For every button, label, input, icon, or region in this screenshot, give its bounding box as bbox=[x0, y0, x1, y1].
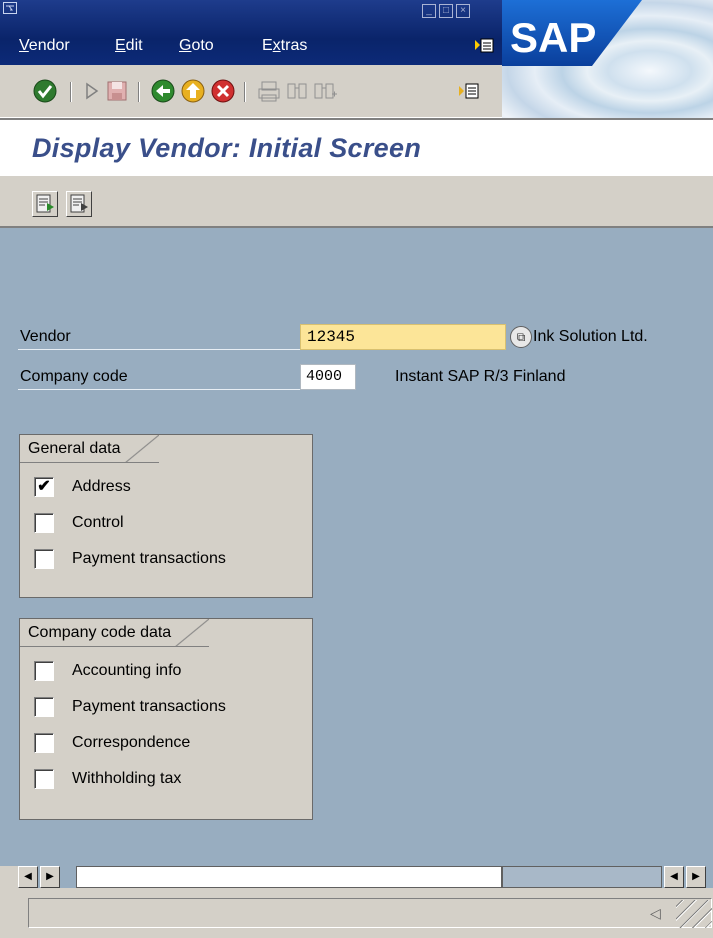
back-icon[interactable] bbox=[150, 78, 176, 104]
document-arrow-icon bbox=[70, 194, 88, 213]
menu-edit-mnemonic: E bbox=[115, 37, 126, 54]
customize-local-layout-icon[interactable] bbox=[456, 78, 482, 104]
checkbox-correspondence[interactable]: Correspondence bbox=[34, 731, 190, 755]
menu-vendor-label: endor bbox=[28, 37, 70, 54]
checkbox-label: Correspondence bbox=[72, 734, 191, 751]
toolbar-separator bbox=[138, 82, 140, 102]
svg-text:SAP: SAP bbox=[510, 14, 596, 61]
sap-logo-area: SAP bbox=[502, 0, 713, 118]
find-next-icon[interactable] bbox=[312, 78, 338, 104]
checkbox-cc-payment-transactions[interactable]: Payment transactions bbox=[34, 695, 226, 719]
work-area: Vendor 12345 ⧉ Ink Solution Ltd. Company… bbox=[0, 228, 713, 866]
search-help-icon[interactable]: ⧉ bbox=[510, 326, 532, 348]
menu-extras[interactable]: Extras bbox=[262, 36, 307, 56]
checkbox-box[interactable] bbox=[34, 733, 54, 753]
scroll-left-icon[interactable]: ◀ bbox=[18, 866, 38, 888]
vendor-input[interactable]: 12345 bbox=[300, 324, 506, 350]
company-code-label: Company code bbox=[18, 364, 300, 390]
menu-extras-mnemonic: x bbox=[272, 37, 281, 54]
system-menu-icon[interactable] bbox=[3, 2, 21, 16]
checkbox-label: Control bbox=[72, 514, 124, 531]
save-icon[interactable] bbox=[104, 78, 130, 104]
vendor-row: Vendor 12345 ⧉ Ink Solution Ltd. bbox=[18, 324, 706, 352]
page-title: Display Vendor: Initial Screen bbox=[32, 133, 422, 163]
resize-grip-icon[interactable] bbox=[676, 900, 712, 928]
title-area: Display Vendor: Initial Screen bbox=[0, 118, 713, 176]
checkbox-box[interactable]: ✔ bbox=[34, 477, 54, 497]
checkbox-box[interactable] bbox=[34, 513, 54, 533]
checkbox-address[interactable]: ✔ Address bbox=[34, 475, 131, 499]
window-controls: _ □ × bbox=[422, 4, 470, 18]
maximize-icon[interactable]: □ bbox=[439, 4, 453, 18]
scroll-left-icon[interactable]: ◀ bbox=[664, 866, 684, 888]
horizontal-scrollbar[interactable]: ◀ ▶ ◀ ▶ bbox=[18, 866, 713, 888]
status-bar: ◁ bbox=[0, 888, 713, 938]
checkbox-payment-transactions[interactable]: Payment transactions bbox=[34, 547, 226, 571]
menu-goto-label: oto bbox=[191, 37, 214, 54]
checkbox-box[interactable] bbox=[34, 769, 54, 789]
menu-goto-mnemonic: G bbox=[179, 37, 192, 54]
standard-toolbar bbox=[0, 65, 502, 118]
checkbox-box[interactable] bbox=[34, 697, 54, 717]
command-field-arrow-icon[interactable] bbox=[80, 78, 106, 104]
menu-goto[interactable]: Goto bbox=[179, 36, 214, 56]
scrollbar-track[interactable] bbox=[502, 866, 662, 888]
checkbox-label: Accounting info bbox=[72, 662, 182, 679]
group-title: Company code data bbox=[20, 619, 210, 647]
scrollbar-thumb[interactable] bbox=[76, 866, 502, 888]
checkbox-withholding-tax[interactable]: Withholding tax bbox=[34, 767, 181, 791]
menu-vendor[interactable]: Vendor bbox=[19, 36, 70, 56]
general-data-group: General data ✔ Address Control Payment t… bbox=[19, 434, 313, 598]
checkbox-label: Withholding tax bbox=[72, 770, 182, 787]
toolbar-separator bbox=[70, 82, 72, 102]
company-code-row: Company code 4000 Instant SAP R/3 Finlan… bbox=[18, 364, 706, 392]
application-toolbar bbox=[0, 176, 713, 228]
menu-edit-label: dit bbox=[125, 37, 143, 54]
checkbox-label: Address bbox=[72, 478, 131, 495]
checkbox-box[interactable] bbox=[34, 661, 54, 681]
vendor-description: Ink Solution Ltd. bbox=[533, 328, 648, 345]
company-code-data-group: Company code data Accounting info Paymen… bbox=[19, 618, 313, 820]
toolbar-separator bbox=[244, 82, 246, 102]
sap-logo: SAP bbox=[502, 0, 642, 66]
menu-extras-label: Extras bbox=[262, 37, 308, 54]
document-arrow-icon bbox=[36, 194, 54, 213]
status-expand-icon[interactable]: ◁ bbox=[650, 905, 661, 922]
enter-icon[interactable] bbox=[32, 78, 58, 104]
customize-layout-icon[interactable] bbox=[474, 36, 494, 54]
print-icon[interactable] bbox=[256, 78, 282, 104]
close-icon[interactable]: × bbox=[456, 4, 470, 18]
find-icon[interactable] bbox=[284, 78, 310, 104]
menu-edit[interactable]: Edit bbox=[115, 36, 143, 56]
minimize-icon[interactable]: _ bbox=[422, 4, 436, 18]
group-title: General data bbox=[20, 435, 159, 463]
checkbox-accounting-info[interactable]: Accounting info bbox=[34, 659, 181, 683]
checkbox-label: Payment transactions bbox=[72, 550, 226, 567]
checkbox-label: Payment transactions bbox=[72, 698, 226, 715]
vendor-label: Vendor bbox=[18, 324, 300, 350]
cancel-icon[interactable] bbox=[210, 78, 236, 104]
company-code-input[interactable]: 4000 bbox=[300, 364, 356, 390]
company-code-description: Instant SAP R/3 Finland bbox=[395, 368, 566, 385]
checkbox-box[interactable] bbox=[34, 549, 54, 569]
exit-icon[interactable] bbox=[180, 78, 206, 104]
other-vendor-button[interactable] bbox=[66, 191, 92, 217]
scroll-right-icon[interactable]: ▶ bbox=[40, 866, 60, 888]
checkbox-control[interactable]: Control bbox=[34, 511, 124, 535]
status-message-field bbox=[28, 898, 712, 928]
next-screen-button[interactable] bbox=[32, 191, 58, 217]
scroll-right-icon[interactable]: ▶ bbox=[686, 866, 706, 888]
menu-vendor-mnemonic: V bbox=[19, 37, 29, 54]
